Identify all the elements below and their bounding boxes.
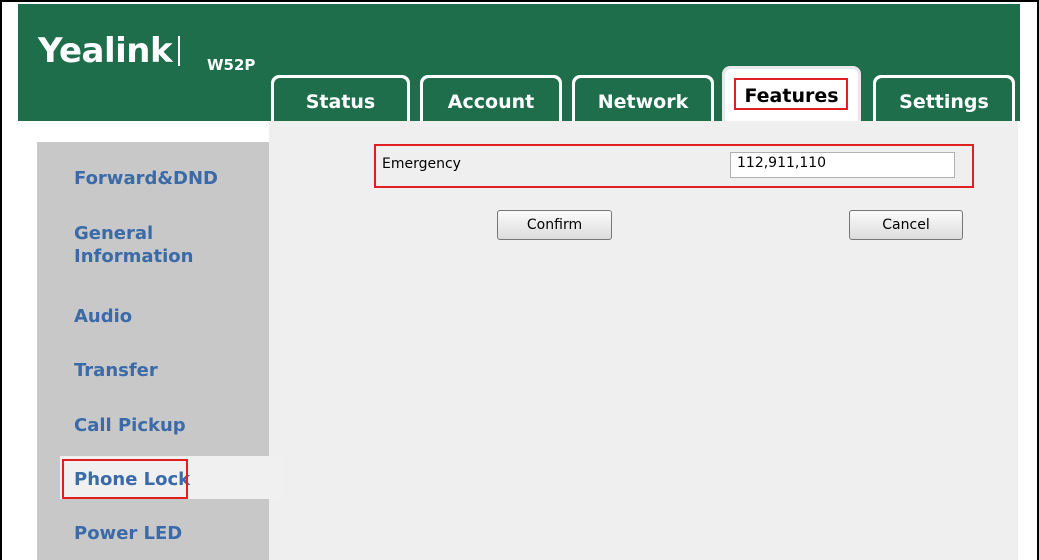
emergency-label: Emergency [382, 156, 461, 172]
tab-label: Network [575, 78, 711, 121]
brand-logo: Yealink [38, 34, 186, 68]
tab-status[interactable]: Status [271, 75, 410, 121]
sidebar-item-forward-dnd[interactable]: Forward&DND [74, 167, 218, 190]
tab-settings[interactable]: Settings [873, 75, 1015, 121]
sidebar-item-call-pickup[interactable]: Call Pickup [74, 414, 186, 437]
sidebar-item-general-information[interactable]: General Information [74, 222, 214, 268]
cancel-button[interactable]: Cancel [849, 210, 963, 240]
tab-label: Status [274, 78, 407, 121]
tab-label: Account [423, 78, 559, 121]
sidebar-item-power-led[interactable]: Power LED [74, 522, 182, 545]
tab-account[interactable]: Account [420, 75, 562, 121]
tab-label: Settings [876, 78, 1012, 121]
model-label: W52P [207, 56, 256, 74]
features-tab-highlight [734, 78, 848, 110]
phone-lock-highlight [62, 459, 188, 499]
emergency-input[interactable]: 112,911,110 [730, 152, 955, 178]
sidebar-item-audio[interactable]: Audio [74, 305, 132, 328]
confirm-button[interactable]: Confirm [497, 210, 612, 240]
tab-network[interactable]: Network [572, 75, 714, 121]
sidebar-item-transfer[interactable]: Transfer [74, 359, 158, 382]
